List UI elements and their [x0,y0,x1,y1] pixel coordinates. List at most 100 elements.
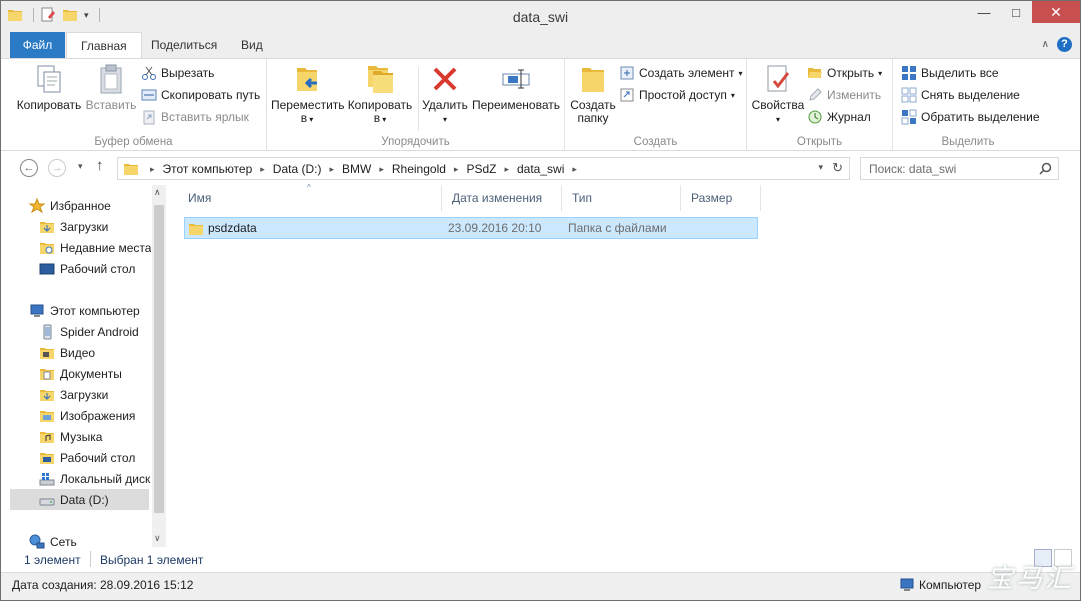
nav-data-d[interactable]: Data (D:) [10,489,149,510]
windows-drive-icon [39,472,55,485]
nav-downloads[interactable]: Загрузки [39,216,151,237]
rename-button[interactable]: Переименовать [469,63,563,112]
chevron-right-icon[interactable]: ▸ [256,164,269,175]
refresh-icon[interactable]: ↻ [832,160,843,176]
phone-icon [43,324,52,339]
paste-label: Вставить [85,98,137,112]
recent-locations-chevron-icon[interactable]: ▾ [78,161,83,172]
chevron-right-icon[interactable]: ▸ [325,164,338,175]
arrow-right-icon: → [51,162,63,174]
nav-documents[interactable]: Документы [39,363,151,384]
selected-count: Выбран 1 элемент [100,553,204,567]
paste-button[interactable]: Вставить [85,63,137,112]
address-bar[interactable]: ▸ Этот компьютер ▸ Data (D:) ▸ BMW ▸ Rhe… [117,157,850,180]
chevron-right-icon[interactable]: ▸ [500,164,513,175]
new-item-icon [620,66,634,80]
nav-spider-label: Spider Android [60,324,139,339]
nav-downloads-2[interactable]: Загрузки [39,384,151,405]
nav-desktop-2[interactable]: Рабочий стол [39,447,151,468]
edit-button[interactable]: Изменить [807,87,881,103]
history-button[interactable]: Журнал [807,109,871,125]
copy-path-label: Скопировать путь [161,88,261,102]
breadcrumb-data-swi[interactable]: data_swi [513,162,568,176]
nav-spider-android[interactable]: Spider Android [39,321,151,342]
open-button[interactable]: Открыть ▾ [807,65,882,81]
minimize-button[interactable]: — [968,1,1000,23]
nav-music[interactable]: Музыка [39,426,151,447]
separator [418,67,419,131]
invert-selection-button[interactable]: Обратить выделение [901,109,1040,125]
table-row[interactable]: psdzdata 23.09.2016 20:10 Папка с файлам… [184,217,758,239]
chevron-right-icon[interactable]: ▸ [146,164,159,175]
tab-file[interactable]: Файл [10,32,65,58]
select-all-button[interactable]: Выделить все [901,65,999,81]
nav-desktop-2-label: Рабочий стол [60,450,136,465]
chevron-up-icon[interactable]: ∧ [1042,39,1049,50]
copy-to-button[interactable]: Копировать в ▾ [345,63,415,126]
chevron-right-icon[interactable]: ▸ [568,164,581,175]
address-history-chevron-icon[interactable]: ▾ [818,162,823,173]
star-icon [29,197,45,213]
back-button[interactable]: ← [20,159,38,177]
tab-home[interactable]: Главная [66,32,142,59]
column-name[interactable]: Имя [178,185,442,211]
breadcrumb-rheingold[interactable]: Rheingold [388,162,450,176]
network-icon [29,534,45,548]
column-date[interactable]: Дата изменения [442,185,562,211]
breadcrumb-bmw[interactable]: BMW [338,162,375,176]
breadcrumb-psdz[interactable]: PSdZ [462,162,500,176]
close-button[interactable]: ✕ [1032,1,1080,23]
tab-view[interactable]: Вид [227,32,277,58]
nav-recent[interactable]: Недавние места [39,237,151,258]
copy-path-icon [141,89,157,101]
chevron-down-icon: ▾ [738,68,743,78]
new-item-button[interactable]: Создать элемент ▾ [619,65,743,81]
history-icon [808,110,822,124]
chevron-down-icon: ▾ [730,90,735,100]
invert-selection-label: Обратить выделение [921,110,1040,124]
ribbon: Копировать Вставить Вырезать Скопировать… [1,58,1080,151]
easy-access-icon [620,88,634,102]
nav-desktop[interactable]: Рабочий стол [39,258,151,279]
paste-shortcut-button[interactable]: Вставить ярлык [141,109,249,125]
nav-scrollbar[interactable]: ∧ ∨ [152,185,166,547]
cut-button[interactable]: Вырезать [141,65,214,81]
maximize-button[interactable]: □ [1000,1,1032,23]
copy-button[interactable]: Копировать [15,63,83,112]
tab-share[interactable]: Поделиться [137,32,231,58]
nav-desktop-label: Рабочий стол [60,261,136,276]
scrollbar-thumb[interactable] [154,205,164,513]
search-input[interactable]: Поиск: data_swi [860,157,1059,180]
nav-this-pc[interactable]: Этот компьютер [29,300,151,321]
up-arrow-icon[interactable]: ↑ [96,157,104,174]
nav-local-disk[interactable]: Локальный диск [39,468,151,489]
new-folder-button[interactable]: Создать папку [567,63,619,125]
move-to-label: Переместить [271,98,345,112]
forward-button[interactable]: → [48,159,66,177]
nav-images[interactable]: Изображения [39,405,151,426]
select-none-button[interactable]: Снять выделение [901,87,1020,103]
delete-button[interactable]: Удалить ▾ [421,63,469,126]
chevron-right-icon[interactable]: ▸ [450,164,463,175]
nav-video[interactable]: Видео [39,342,151,363]
column-size[interactable]: Размер [681,185,761,211]
scroll-up-icon[interactable]: ∧ [154,187,161,198]
scroll-down-icon[interactable]: ∨ [154,533,161,544]
column-type[interactable]: Тип [562,185,681,211]
move-to-button[interactable]: Переместить в ▾ [271,63,345,126]
chevron-right-icon[interactable]: ▸ [375,164,388,175]
open-group-label: Открыть [796,136,843,148]
easy-access-button[interactable]: Простой доступ ▾ [619,87,735,103]
nav-favorites-label: Избранное [50,198,111,213]
rename-icon [502,69,530,89]
breadcrumb-this-pc[interactable]: Этот компьютер [159,162,257,176]
help-icon[interactable]: ? [1057,37,1072,52]
nav-favorites[interactable]: Избранное [29,195,151,216]
properties-button[interactable]: Свойства ▾ [749,63,807,126]
copy-icon [37,65,61,93]
chevron-down-icon: ▾ [775,115,780,124]
copy-path-button[interactable]: Скопировать путь [141,87,260,103]
watermark-logo: 宝马汇 [986,563,1074,593]
breadcrumb-data-d[interactable]: Data (D:) [269,162,326,176]
video-folder-icon [40,347,54,359]
